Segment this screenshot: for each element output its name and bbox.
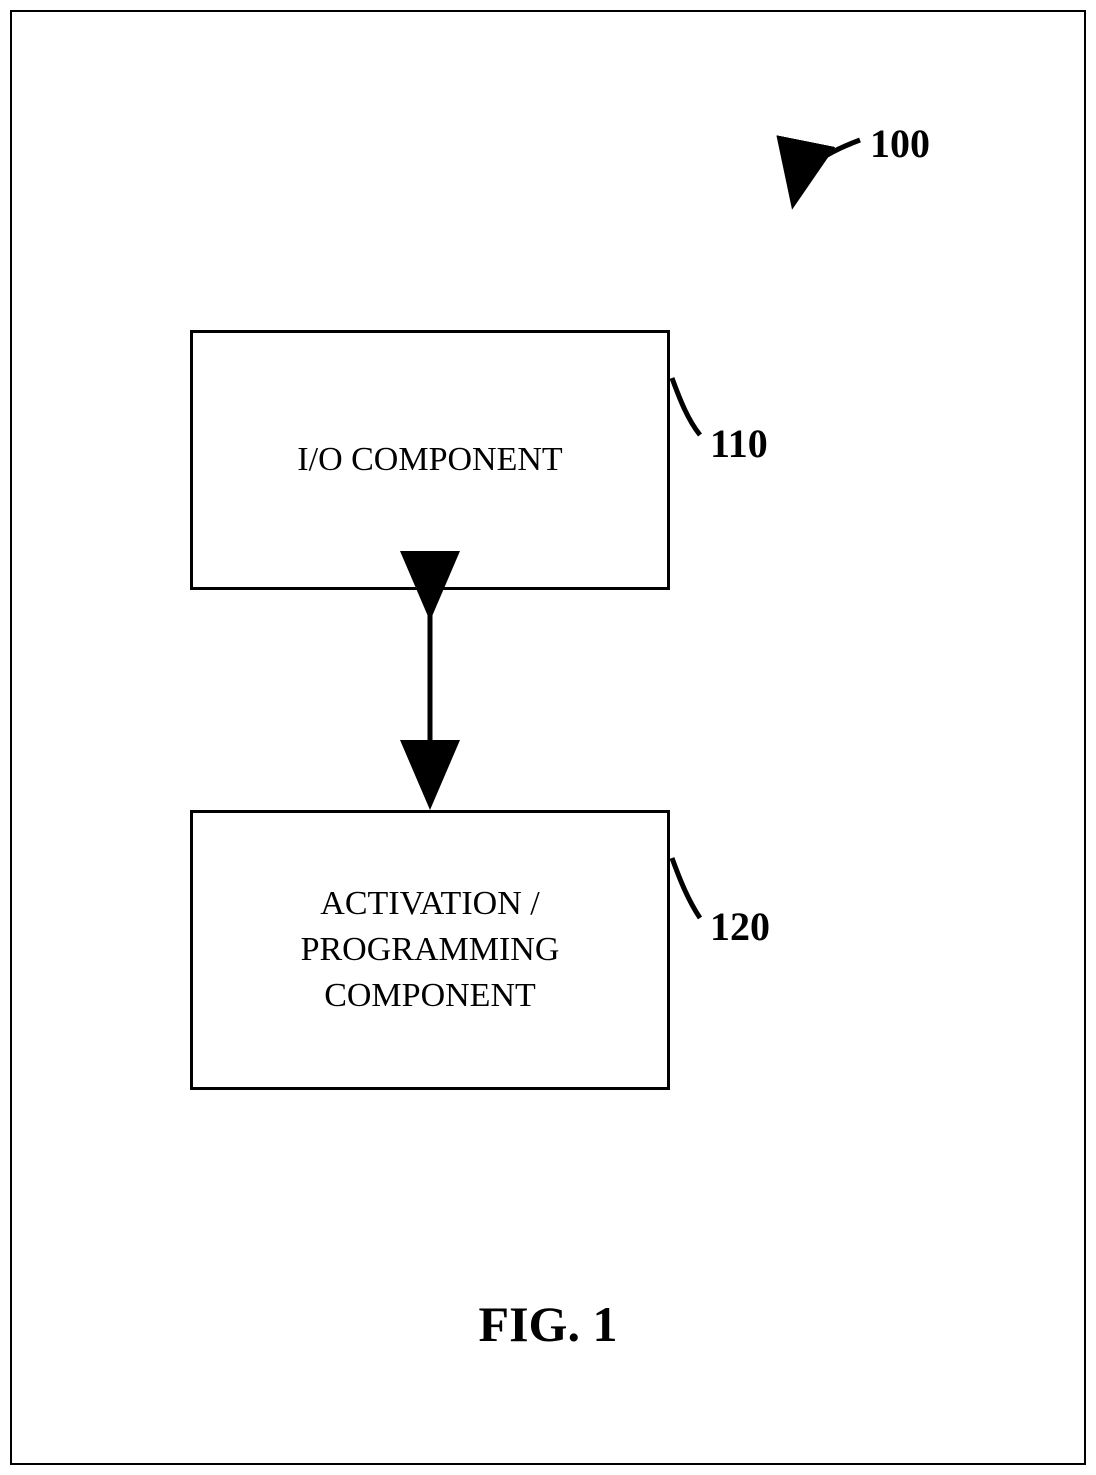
diagram-container: { "labels": { "system": "100", "box110":… bbox=[0, 0, 1096, 1475]
figure-title: FIG. 1 bbox=[0, 1295, 1096, 1353]
activation-programming-text: ACTIVATION / PROGRAMMING COMPONENT bbox=[301, 881, 560, 1019]
io-component-text: I/O COMPONENT bbox=[297, 437, 562, 483]
label-110: 110 bbox=[710, 420, 768, 467]
label-100: 100 bbox=[870, 120, 930, 167]
activation-programming-box: ACTIVATION / PROGRAMMING COMPONENT bbox=[190, 810, 670, 1090]
io-component-box: I/O COMPONENT bbox=[190, 330, 670, 590]
outer-frame bbox=[10, 10, 1086, 1465]
label-120: 120 bbox=[710, 903, 770, 950]
